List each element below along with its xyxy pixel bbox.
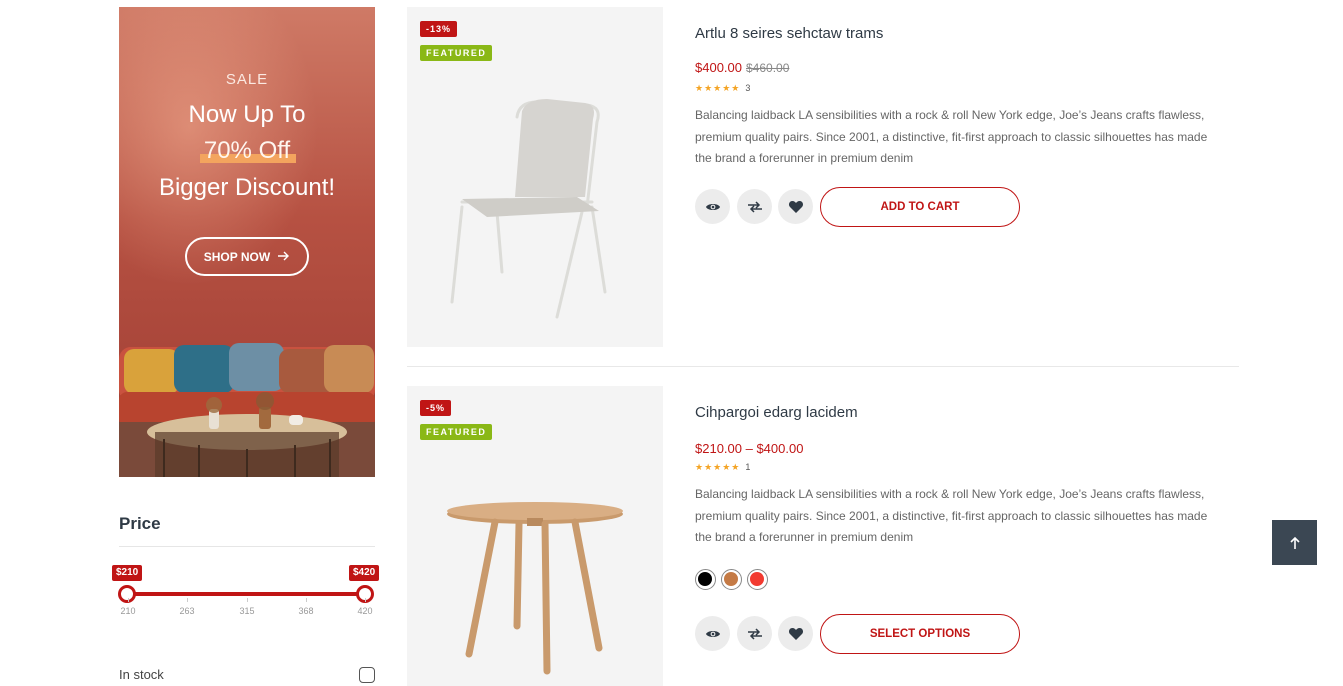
product-description: Balancing laidback LA sensibilities with… — [695, 108, 1208, 165]
tick-label: 315 — [239, 606, 255, 616]
product-description: Balancing laidback LA sensibilities with… — [695, 487, 1208, 544]
tick-label: 368 — [298, 606, 314, 616]
price-slider-track[interactable] — [127, 592, 366, 596]
compare-icon — [747, 200, 762, 213]
tick-label: 263 — [179, 606, 195, 616]
tick-mark — [306, 598, 307, 602]
star-rating: ★★★★★ — [695, 462, 741, 472]
banner-headline-1: Now Up To — [188, 101, 306, 128]
arrow-up-icon — [1289, 536, 1300, 549]
rating: ★★★★★ 3 — [695, 83, 750, 94]
add-to-cart-button[interactable]: ADD TO CART — [820, 187, 1020, 227]
discount-badge: -5% — [420, 400, 452, 416]
product-price: $400.00 $460.00 — [695, 60, 789, 75]
product-image[interactable]: -5% FEATURED — [407, 386, 663, 686]
review-count: 1 — [745, 462, 751, 472]
tick-label: 420 — [357, 606, 373, 616]
price-min-tooltip: $210 — [112, 565, 143, 581]
heart-icon — [788, 200, 803, 213]
old-price: $460.00 — [746, 61, 790, 75]
in-stock-label: In stock — [119, 667, 164, 682]
compare-button[interactable] — [737, 616, 772, 651]
product-price: $210.00 – $400.00 — [695, 441, 804, 456]
tick-mark — [365, 598, 366, 602]
in-stock-checkbox[interactable] — [359, 667, 375, 683]
featured-badge: FEATURED — [420, 424, 493, 440]
featured-badge: FEATURED — [420, 45, 493, 61]
tick-mark — [128, 598, 129, 602]
tick-mark — [187, 598, 188, 602]
wishlist-button[interactable] — [778, 616, 813, 651]
tick-mark — [247, 598, 248, 602]
current-price: $400.00 — [695, 60, 742, 75]
promo-banner[interactable]: SALE Now Up To 70% Off Bigger Discount! … — [119, 7, 375, 477]
star-rating: ★★★★★ — [695, 83, 741, 93]
arrow-right-icon — [278, 250, 290, 264]
price-filter-divider — [119, 546, 375, 547]
sofa-illustration — [119, 343, 375, 477]
discount-badge: -13% — [420, 21, 458, 37]
eye-icon — [705, 630, 720, 637]
price-filter-title: Price — [119, 514, 161, 533]
review-count: 3 — [745, 83, 751, 93]
price-max-tooltip: $420 — [349, 565, 380, 581]
compare-button[interactable] — [737, 189, 772, 224]
color-swatch-black[interactable] — [695, 569, 716, 590]
eye-icon — [705, 203, 720, 210]
product-title[interactable]: Artlu 8 seires sehctaw trams — [695, 25, 883, 42]
banner-headline-2: 70% Off — [119, 137, 375, 165]
product-divider — [407, 366, 1239, 367]
shop-now-label: SHOP NOW — [203, 249, 271, 264]
compare-icon — [747, 627, 762, 640]
banner-discount-text: 70% Off — [199, 137, 297, 164]
color-swatch-brown[interactable] — [721, 569, 742, 590]
heart-icon — [788, 627, 803, 640]
quick-view-button[interactable] — [695, 189, 730, 224]
banner-headline-3: Bigger Discount! — [158, 174, 336, 201]
wishlist-button[interactable] — [778, 189, 813, 224]
product-title[interactable]: Cihpargoi edarg lacidem — [695, 404, 858, 421]
product-image[interactable]: -13% FEATURED — [407, 7, 663, 347]
color-swatch-red[interactable] — [747, 569, 768, 590]
banner-sale-label: SALE — [225, 71, 269, 88]
price-min-handle[interactable] — [118, 585, 136, 603]
tick-label: 210 — [120, 606, 136, 616]
rating: ★★★★★ 1 — [695, 462, 750, 473]
shop-now-button[interactable]: SHOP NOW — [185, 237, 309, 276]
quick-view-button[interactable] — [695, 616, 730, 651]
back-to-top-button[interactable] — [1272, 520, 1317, 565]
select-options-button[interactable]: SELECT OPTIONS — [820, 614, 1020, 654]
